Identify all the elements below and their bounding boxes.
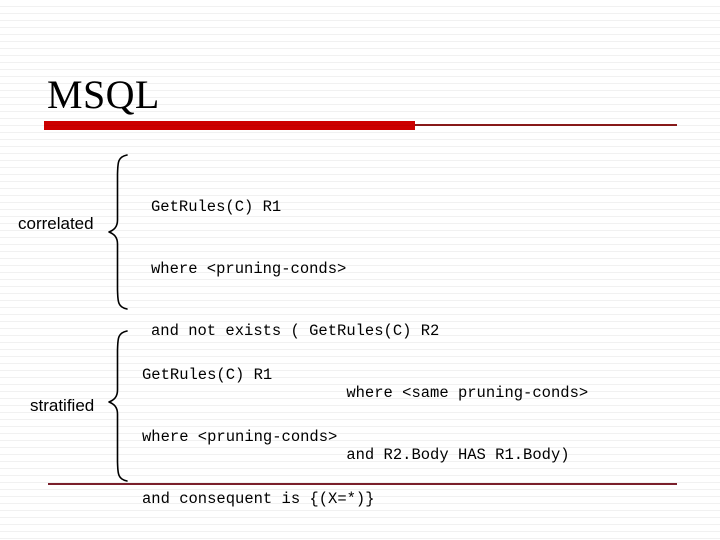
code-line: and consequent is {(X=*)}: [142, 490, 375, 508]
code-line: GetRules(C) R1: [151, 198, 282, 216]
bottom-divider-rule: [48, 483, 677, 485]
page-title: MSQL: [47, 72, 160, 117]
slide-canvas: MSQL correlated GetRules(C) R1 where <pr…: [0, 0, 720, 540]
code-block-stratified: GetRules(C) R1 where <pruning-conds> and…: [142, 326, 598, 540]
left-curly-brace-svg: [108, 330, 128, 482]
left-curly-brace-icon: [104, 328, 138, 489]
left-curly-brace-icon: [104, 152, 138, 317]
code-line: where <pruning-conds>: [142, 428, 338, 446]
title-underline-accent-bar: [44, 121, 415, 130]
group-label-stratified: stratified: [30, 396, 95, 415]
code-line: GetRules(C) R1: [142, 366, 273, 384]
code-line: where <pruning-conds>: [151, 260, 347, 278]
group-label-correlated: correlated: [18, 214, 94, 233]
left-curly-brace-svg: [108, 154, 128, 310]
